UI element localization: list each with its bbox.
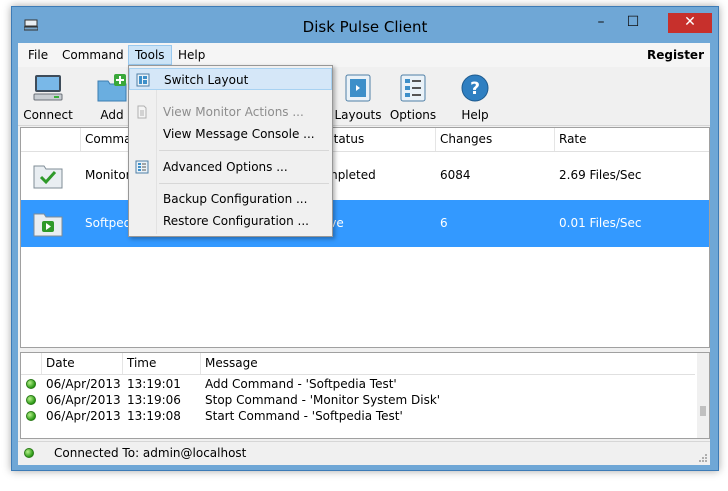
- layouts-button[interactable]: Layouts: [330, 73, 386, 123]
- menu-separator: [159, 150, 329, 151]
- log-time: 13:19:08: [127, 409, 181, 423]
- options-icon: [400, 74, 426, 102]
- maximize-button[interactable]: ☐: [620, 13, 646, 33]
- row-command: Monitor: [85, 168, 131, 182]
- log-message: Stop Command - 'Monitor System Disk': [205, 393, 441, 407]
- log-row[interactable]: 06/Apr/2013 13:19:01 Add Command - 'Soft…: [21, 376, 695, 392]
- table-row[interactable]: Monitor mpleted 6084 2.69 Files/Sec: [21, 152, 709, 199]
- header-status[interactable]: Status: [322, 128, 436, 151]
- row-changes: 6: [440, 216, 448, 230]
- help-button[interactable]: ? Help: [447, 73, 503, 123]
- menu-separator: [159, 183, 329, 184]
- menu-command[interactable]: Command: [56, 46, 130, 64]
- minimize-button[interactable]: –: [588, 13, 614, 33]
- message-log: Date Time Message 06/Apr/2013 13:19:01 A…: [20, 352, 710, 439]
- log-time: 13:19:01: [127, 377, 181, 391]
- row-rate: 0.01 Files/Sec: [559, 216, 642, 230]
- connection-status-text: Connected To: admin@localhost: [54, 446, 247, 460]
- log-time: 13:19:06: [127, 393, 181, 407]
- status-ok-icon: [26, 411, 36, 421]
- row-rate: 2.69 Files/Sec: [559, 168, 642, 182]
- menu-item-label: Advanced Options ...: [163, 160, 288, 174]
- folder-play-icon: [33, 213, 63, 237]
- log-date: 06/Apr/2013: [46, 409, 121, 423]
- app-window: Disk Pulse Client – ☐ ✕ File Command Too…: [11, 6, 719, 471]
- menu-item-view-message-console[interactable]: View Message Console ...: [129, 123, 332, 145]
- help-label: Help: [461, 108, 489, 122]
- log-date: 06/Apr/2013: [46, 393, 121, 407]
- log-scrollbar[interactable]: [697, 353, 709, 438]
- table-row[interactable]: Softpedi ive 6 0.01 Files/Sec: [21, 200, 709, 247]
- menu-item-label: View Monitor Actions ...: [163, 105, 304, 119]
- close-button[interactable]: ✕: [668, 13, 712, 33]
- log-header-message[interactable]: Message: [201, 353, 695, 374]
- menu-item-label: Backup Configuration ...: [163, 192, 308, 206]
- header-changes[interactable]: Changes: [436, 128, 555, 151]
- menu-item-restore-configuration[interactable]: Restore Configuration ...: [129, 210, 332, 232]
- log-message: Start Command - 'Softpedia Test': [205, 409, 403, 423]
- menu-file[interactable]: File: [22, 46, 54, 64]
- log-header-date[interactable]: Date: [42, 353, 123, 374]
- scrollbar-thumb[interactable]: [700, 406, 706, 416]
- status-ok-icon: [26, 395, 36, 405]
- client-area: File Command Tools Help Register Connect: [18, 43, 710, 465]
- connection-status-icon: [24, 448, 34, 458]
- options-button[interactable]: Options: [385, 73, 441, 123]
- log-message: Add Command - 'Softpedia Test': [205, 377, 397, 391]
- computer-icon: [33, 75, 63, 101]
- menu-item-view-monitor-actions: View Monitor Actions ...: [129, 101, 332, 123]
- menu-help[interactable]: Help: [172, 46, 211, 64]
- connect-button[interactable]: Connect: [20, 73, 76, 123]
- connect-label: Connect: [23, 108, 73, 122]
- layout-icon: [136, 73, 150, 87]
- help-icon: ?: [461, 74, 489, 102]
- row-changes: 6084: [440, 168, 471, 182]
- status-ok-icon: [26, 379, 36, 389]
- log-date: 06/Apr/2013: [46, 377, 121, 391]
- log-row[interactable]: 06/Apr/2013 13:19:06 Stop Command - 'Mon…: [21, 392, 695, 408]
- add-folder-icon: [97, 74, 127, 102]
- menu-item-advanced-options[interactable]: Advanced Options ...: [129, 156, 332, 178]
- menu-tools[interactable]: Tools: [128, 45, 172, 65]
- register-link[interactable]: Register: [647, 46, 704, 64]
- document-icon: [137, 105, 147, 119]
- menu-item-label: Switch Layout: [164, 73, 249, 87]
- resize-grip-icon[interactable]: [698, 453, 708, 463]
- options-label: Options: [389, 108, 437, 122]
- menu-item-label: View Message Console ...: [163, 127, 315, 141]
- svg-text:?: ?: [470, 79, 480, 99]
- menu-bar: File Command Tools Help Register: [18, 43, 710, 67]
- header-rate[interactable]: Rate: [555, 128, 709, 151]
- menu-item-switch-layout[interactable]: Switch Layout: [129, 68, 332, 90]
- table-header: Comma Status Changes Rate: [21, 128, 709, 152]
- log-header-time[interactable]: Time: [123, 353, 201, 374]
- row-command: Softpedi: [85, 216, 135, 230]
- tools-menu: Switch Layout View Monitor Actions ... V…: [128, 65, 333, 237]
- menu-item-backup-configuration[interactable]: Backup Configuration ...: [129, 188, 332, 210]
- menu-item-label: Restore Configuration ...: [163, 214, 309, 228]
- status-bar: Connected To: admin@localhost: [18, 441, 710, 465]
- toolbar: Connect Add Layouts Options ? Help: [18, 67, 710, 126]
- layouts-label: Layouts: [334, 108, 382, 122]
- options-icon: [135, 160, 149, 174]
- log-header-blank: [21, 353, 42, 374]
- header-blank: [21, 128, 81, 151]
- log-header: Date Time Message: [21, 353, 695, 375]
- layouts-icon: [345, 74, 371, 102]
- title-bar[interactable]: Disk Pulse Client – ☐ ✕: [12, 7, 718, 43]
- commands-table: Comma Status Changes Rate Monitor mplete…: [20, 127, 710, 348]
- folder-check-icon: [33, 165, 63, 189]
- log-row[interactable]: 06/Apr/2013 13:19:08 Start Command - 'So…: [21, 408, 695, 424]
